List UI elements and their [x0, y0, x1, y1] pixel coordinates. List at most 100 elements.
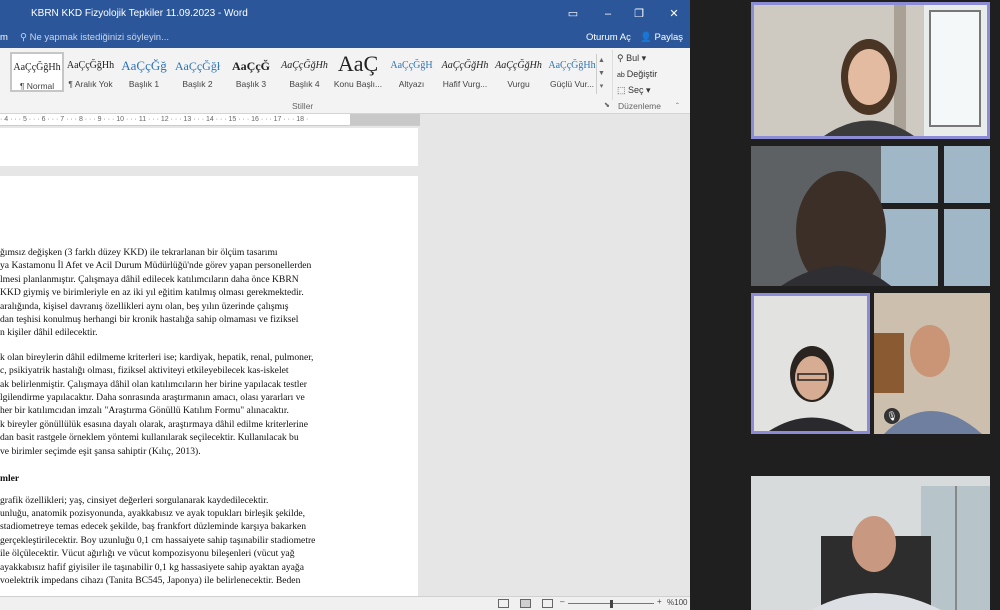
- style-name: ¶ Normal: [19, 81, 55, 91]
- share-label: Paylaş: [654, 32, 683, 43]
- find-icon: ⚲: [617, 53, 627, 63]
- title-bar: KBRN KKD Fizyolojik Tepkiler 11.09.2023 …: [0, 0, 690, 28]
- select-icon: ⬚: [617, 85, 629, 95]
- ribbon-display-icon[interactable]: ▭: [565, 6, 581, 22]
- participant-video: [754, 296, 867, 431]
- section-heading: mler: [0, 473, 20, 485]
- styles-dialog-launcher-icon[interactable]: ⬊: [604, 101, 610, 109]
- ruler-text: · 4 · · · 5 · · · 6 · · · 7 · · · 8 · · …: [0, 116, 309, 123]
- gallery-scroll[interactable]: ▲ ▼ ▾: [596, 54, 606, 94]
- replace-label: Değiştir: [626, 69, 658, 79]
- restore-button[interactable]: ❐: [631, 6, 647, 22]
- ribbon: AaÇçĞğHh ¶ Normal AaÇçĞğHh ¶ Aralık Yok AaÇç…: [0, 48, 690, 114]
- participant-tile[interactable]: 🎙: [874, 293, 990, 434]
- style-item[interactable]: AaÇçĞğł Başlık 2: [171, 52, 225, 92]
- ruler[interactable]: · 4 · · · 5 · · · 6 · · · 7 · · · 8 · · …: [0, 114, 420, 126]
- paragraph-1: ğımsız değişken (3 farklı düzey KKD) ile…: [0, 246, 350, 340]
- web-layout-icon[interactable]: [542, 599, 553, 608]
- document-page[interactable]: ğımsız değişken (3 farklı düzey KKD) ile…: [0, 176, 418, 596]
- replace-icon: ab: [617, 72, 627, 79]
- zoom-level[interactable]: %100: [667, 598, 687, 607]
- paragraph-2: k olan bireylerin dâhil edilmeme kriterl…: [0, 351, 350, 458]
- style-sample: AaÇçĞğ: [121, 58, 167, 73]
- text-line: ak belirlenmiştir. Çalışmaya dâhil olan …: [0, 378, 307, 390]
- zoom-slider-thumb[interactable]: [609, 600, 613, 608]
- participant-tile[interactable]: [751, 2, 990, 139]
- style-name: Başlık 4: [289, 79, 320, 89]
- text-line: ğımsız değişken (3 farklı düzey KKD) ile…: [0, 247, 278, 258]
- style-sample: AaÇçĞğHh: [548, 60, 596, 71]
- text-line: n kişiler dâhil edilecektir.: [0, 327, 98, 339]
- style-item[interactable]: AaÇçĞğHh ¶ Aralık Yok: [64, 52, 118, 92]
- style-item[interactable]: AaÇçĞ Başlık 3: [224, 52, 278, 92]
- participant-tile[interactable]: [751, 146, 990, 286]
- person-icon: 👤: [640, 32, 652, 43]
- text-line: k olan bireylerin dâhil edilmeme kriterl…: [0, 351, 314, 363]
- style-name: Konu Başlı...: [333, 79, 383, 89]
- style-item[interactable]: AaÇçĞğHh Vurgu: [492, 52, 546, 92]
- text-line: dan basit rastgele örneklem yöntemi kull…: [0, 432, 299, 444]
- mic-muted-icon: 🎙: [884, 408, 900, 424]
- text-line: KKD giymiş ve birimleriyle en az iki yıl…: [0, 287, 304, 299]
- style-name: Başlık 1: [128, 79, 160, 89]
- style-sample: AaÇçĞğH: [390, 60, 433, 71]
- style-name: Başlık 3: [235, 79, 267, 89]
- style-name: ¶ Aralık Yok: [68, 79, 113, 89]
- zoom-in-button[interactable]: +: [657, 597, 662, 606]
- text-line: ya Kastamonu İl Afet ve Acil Durum Müdür…: [0, 260, 312, 272]
- style-item[interactable]: AaÇçĞğHh Güçlü Vur...: [545, 52, 599, 92]
- style-sample: AaÇ: [337, 51, 379, 76]
- sign-in-button[interactable]: Oturum Aç: [586, 32, 631, 43]
- document-body[interactable]: ğımsız değişken (3 farklı düzey KKD) ile…: [0, 246, 350, 587]
- text-line: ile ölçülecektir. Vücut ağırlığı ve vücu…: [0, 548, 295, 560]
- style-sample: AaÇçĞğHh: [281, 60, 328, 71]
- find-label: Bul: [626, 53, 640, 63]
- video-gallery: 🎙: [690, 0, 1000, 610]
- tell-me-bar: m ⚲ Ne yapmak istediğinizi söyleyin... O…: [0, 28, 690, 48]
- style-item[interactable]: AaÇçĞğHh Başlık 4: [278, 52, 332, 92]
- style-item[interactable]: AaÇçĞğHh Hafif Vurg...: [438, 52, 492, 92]
- paragraph-3: grafik özellikleri; yaş, cinsiyet değerl…: [0, 494, 350, 588]
- style-sample: AaÇçĞ: [232, 59, 270, 73]
- read-mode-icon[interactable]: [498, 599, 509, 608]
- style-name: Güçlü Vur...: [549, 79, 595, 89]
- style-sample: AaÇçĞğHh: [66, 60, 115, 71]
- style-sample: AaÇçĞğHh: [13, 62, 61, 73]
- participant-tile[interactable]: [751, 293, 870, 434]
- style-item[interactable]: AaÇçĞğH Altyazı: [385, 52, 439, 92]
- text-line: lmesi planlanmıştır. Çalışmaya dâhil edi…: [0, 273, 299, 285]
- style-name: Başlık 2: [182, 79, 213, 89]
- text-line: dan teşhisi konulmuş herhangi bir kronik…: [0, 314, 299, 326]
- participant-tile[interactable]: [751, 476, 990, 610]
- share-button[interactable]: 👤 Paylaş: [640, 32, 683, 43]
- participant-video: [751, 146, 990, 286]
- word-window: KBRN KKD Fizyolojik Tepkiler 11.09.2023 …: [0, 0, 690, 610]
- status-bar: – + %100: [0, 596, 690, 610]
- find-button[interactable]: ⚲ Bul ▾: [613, 50, 690, 66]
- style-item[interactable]: AaÇçĞğ Başlık 1: [117, 52, 171, 92]
- ruler-margin: [350, 114, 420, 125]
- style-sample: AaÇçĞğHh: [441, 60, 489, 71]
- minimize-button[interactable]: –: [600, 6, 616, 22]
- tell-me-box[interactable]: ⚲ Ne yapmak istediğinizi söyleyin...: [20, 32, 169, 43]
- editing-group-label: Düzenleme: [618, 101, 661, 111]
- text-line: c, psikiyatrik hastalığı olması, fizikse…: [0, 365, 289, 377]
- text-line: ve birimler seçimde eşit şansa sahiptir …: [0, 445, 201, 457]
- style-name: Hafif Vurg...: [442, 79, 488, 89]
- replace-button[interactable]: ab Değiştir: [613, 66, 690, 82]
- select-button[interactable]: ⬚ Seç ▾: [613, 82, 690, 98]
- text-line: voelektrik impedans cihazı (Tanita BC545…: [0, 574, 301, 586]
- text-line: k bireyler gönüllülük esasına dayalı ola…: [0, 418, 308, 430]
- tell-me-text: Ne yapmak istediğinizi söyleyin...: [29, 32, 170, 43]
- close-button[interactable]: ✕: [666, 6, 682, 22]
- style-item[interactable]: AaÇçĞğHh ¶ Normal: [10, 52, 64, 92]
- zoom-out-button[interactable]: –: [560, 597, 564, 606]
- text-line: gerçekleştirilecektir. Boy uzunluğu 0,1 …: [0, 534, 316, 546]
- text-line: grafik özellikleri; yaş, cinsiyet değerl…: [0, 494, 269, 506]
- collapse-ribbon-icon[interactable]: ˆ: [676, 101, 679, 111]
- styles-group-label: Stiller: [292, 101, 314, 111]
- print-layout-icon[interactable]: [520, 599, 531, 608]
- style-name: Altyazı: [398, 79, 425, 89]
- style-item[interactable]: AaÇ Konu Başlı...: [331, 52, 385, 92]
- menu-tab-partial[interactable]: m: [0, 32, 8, 43]
